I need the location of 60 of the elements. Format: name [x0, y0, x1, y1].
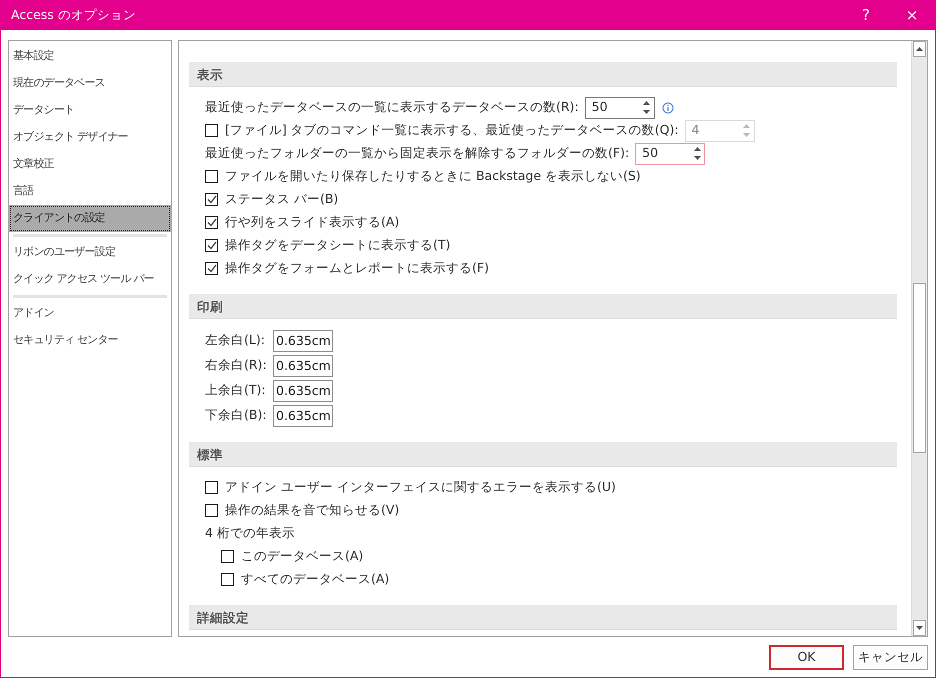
option-label: ステータス バー(B): [225, 190, 338, 208]
text-field[interactable]: 0.635cm: [273, 404, 333, 426]
sidebar-item[interactable]: リボンのユーザー設定: [9, 239, 171, 266]
field-label: 下余白(B):: [205, 406, 265, 424]
checkbox[interactable]: [221, 573, 234, 586]
number-spinner[interactable]: 50: [584, 96, 655, 118]
down-arrow-icon[interactable]: [643, 110, 650, 114]
scrollbar[interactable]: [911, 41, 927, 636]
section-header: 印刷: [189, 294, 897, 319]
section-header: 詳細設定: [189, 605, 897, 630]
checkbox[interactable]: [205, 193, 218, 206]
scroll-down-icon[interactable]: [916, 626, 923, 630]
ok-button[interactable]: OK: [769, 644, 844, 670]
sidebar-item[interactable]: セキュリティ センター: [9, 327, 171, 354]
option-label: 行や列をスライド表示する(A): [225, 213, 400, 232]
scroll-up-icon[interactable]: [916, 47, 923, 51]
group-label: 4 桁での年表示: [205, 524, 295, 542]
sidebar-item[interactable]: クライアントの設定: [9, 205, 171, 232]
checkbox[interactable]: [205, 262, 218, 275]
help-button[interactable]: ?: [843, 0, 889, 30]
number-spinner[interactable]: 50: [635, 142, 706, 164]
text-field[interactable]: 0.635cm: [273, 380, 333, 402]
checkbox[interactable]: [205, 239, 218, 252]
sidebar-item[interactable]: アドイン: [9, 300, 171, 327]
text-field[interactable]: 0.635cm: [273, 354, 333, 376]
option-label: アドイン ユーザー インターフェイスに関するエラーを表示する(U): [225, 478, 616, 496]
checkbox[interactable]: [205, 216, 218, 229]
up-arrow-icon[interactable]: [694, 147, 701, 151]
option-label: 最近使ったフォルダーの一覧から固定表示を解除するフォルダーの数(F):: [205, 144, 630, 162]
option-label: 操作タグをフォームとレポートに表示する(F): [225, 259, 489, 278]
sidebar-item[interactable]: 現在のデータベース: [9, 70, 171, 97]
option-label: 最近使ったデータベースの一覧に表示するデータベースの数(R):: [205, 98, 579, 116]
window-title: Access のオプション: [11, 6, 137, 24]
sidebar-item[interactable]: 基本設定: [9, 43, 171, 70]
option-label: 操作タグをデータシートに表示する(T): [225, 236, 450, 254]
sidebar-item[interactable]: 言語: [9, 178, 171, 205]
up-arrow-icon[interactable]: [643, 101, 650, 105]
option-label: [ファイル] タブのコマンド一覧に表示する、最近使ったデータベースの数(Q):: [225, 121, 679, 140]
section-header: 表示: [189, 62, 897, 87]
down-arrow-icon[interactable]: [694, 156, 701, 160]
section-header: 標準: [189, 442, 897, 467]
option-label: このデータベース(A): [241, 547, 364, 566]
field-label: 上余白(T):: [205, 381, 265, 400]
option-label: ファイルを開いたり保存したりするときに Backstage を表示しない(S): [225, 167, 641, 186]
scrollbar-thumb[interactable]: [913, 283, 926, 453]
sidebar-item[interactable]: データシート: [9, 97, 171, 124]
checkbox[interactable]: [205, 170, 218, 183]
option-label: すべてのデータベース(A): [241, 570, 390, 588]
cancel-button[interactable]: キャンセル: [853, 644, 928, 670]
close-button[interactable]: ×: [889, 0, 935, 30]
text-field[interactable]: 0.635cm: [273, 330, 333, 352]
checkbox[interactable]: [205, 481, 218, 494]
field-label: 左余白(L):: [205, 331, 265, 350]
checkbox[interactable]: [221, 550, 234, 563]
option-label: 操作の結果を音で知らせる(V): [225, 501, 400, 520]
sidebar-item[interactable]: 文章校正: [9, 151, 171, 178]
checkbox[interactable]: [205, 504, 218, 517]
sidebar-item[interactable]: オブジェクト デザイナー: [9, 124, 171, 151]
field-label: 右余白(R):: [205, 356, 265, 374]
sidebar-item[interactable]: クイック アクセス ツール バー: [9, 266, 171, 293]
